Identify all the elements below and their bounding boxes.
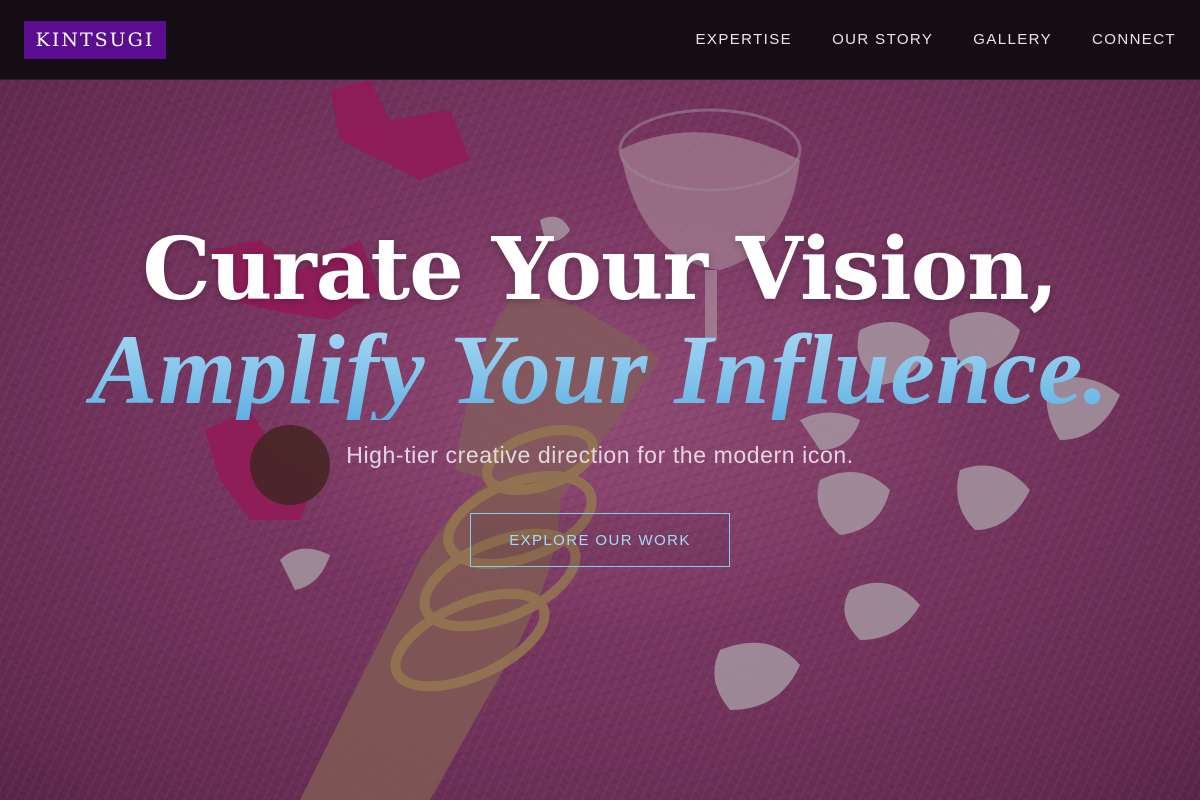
nav-link-connect[interactable]: CONNECT xyxy=(1092,31,1176,48)
nav-link-expertise[interactable]: EXPERTISE xyxy=(696,31,793,48)
nav-link-gallery[interactable]: GALLERY xyxy=(973,31,1052,48)
brand-logo[interactable]: KINTSUGI xyxy=(24,20,166,59)
top-navbar: KINTSUGI EXPERTISE OUR STORY GALLERY CON… xyxy=(0,0,1200,80)
main-nav: EXPERTISE OUR STORY GALLERY CONNECT xyxy=(696,31,1176,48)
hero-headline-line-2: Amplify Your Influence. xyxy=(0,320,1200,420)
hero-content: Curate Your Vision, Amplify Your Influen… xyxy=(0,220,1200,567)
hero-subtitle: High-tier creative direction for the mod… xyxy=(346,442,854,468)
nav-link-our-story[interactable]: OUR STORY xyxy=(832,31,933,48)
hero-headline-line-1: Curate Your Vision, xyxy=(142,219,1058,320)
explore-our-work-button[interactable]: EXPLORE OUR WORK xyxy=(470,513,730,567)
